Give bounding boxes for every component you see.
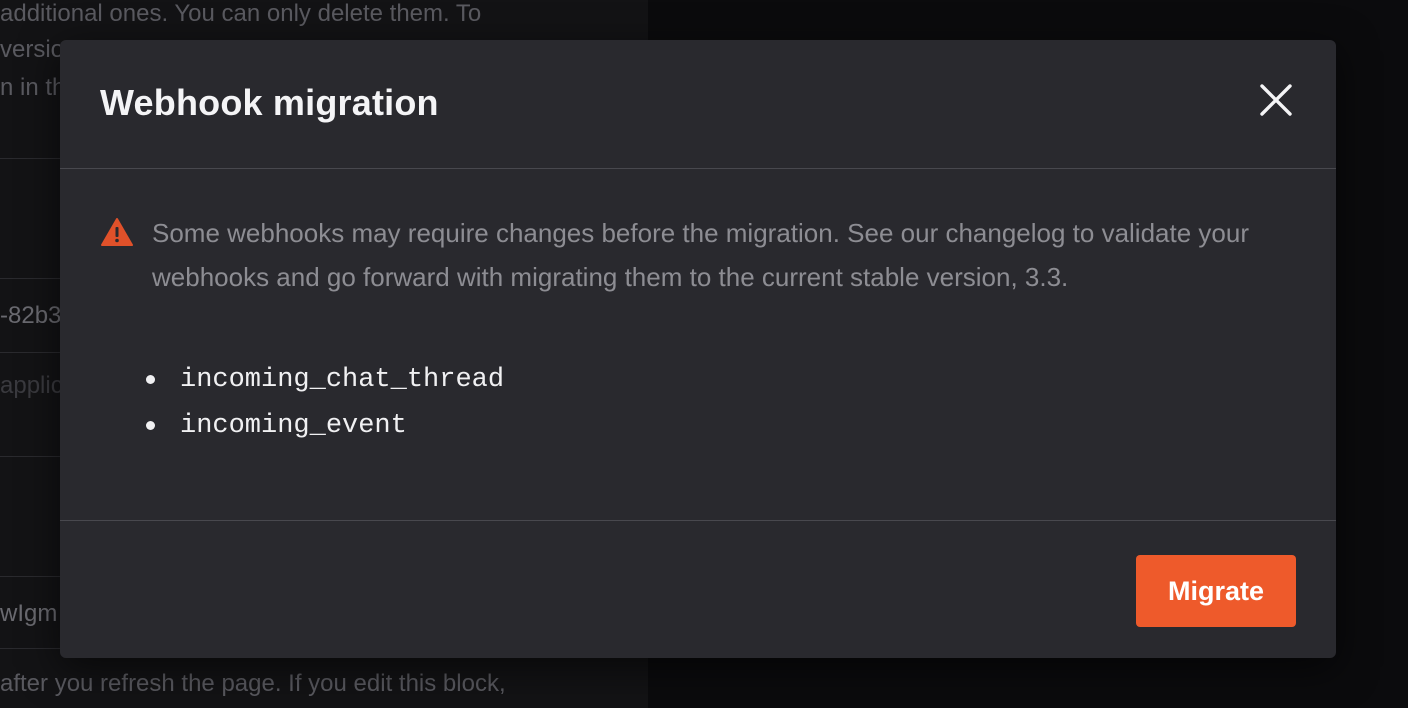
dialog-body: Some webhooks may require changes before… — [60, 169, 1336, 520]
warning-message: Some webhooks may require changes before… — [152, 218, 1249, 292]
webhook-name: incoming_event — [180, 411, 407, 441]
background-secret-field[interactable]: wIgm — [0, 596, 57, 632]
webhook-list-item: incoming_event — [140, 403, 504, 449]
dialog-header: Webhook migration — [60, 40, 1336, 169]
bullet-icon — [146, 375, 155, 384]
webhook-list-item: incoming_chat_thread — [140, 357, 504, 403]
dialog-footer: Migrate — [60, 520, 1336, 658]
background-text-line: n in th — [0, 74, 66, 101]
webhook-name: incoming_chat_thread — [180, 365, 505, 395]
dialog-title: Webhook migration — [100, 82, 439, 123]
background-input-placeholder[interactable]: applic — [0, 368, 63, 404]
bullet-icon — [146, 421, 155, 430]
webhook-migration-dialog: Webhook migration Some webhooks may requ… — [60, 40, 1336, 658]
warning-triangle-icon — [101, 218, 133, 246]
close-button[interactable] — [1256, 80, 1296, 120]
migrate-button[interactable]: Migrate — [1136, 555, 1296, 627]
webhook-list: incoming_chat_thread incoming_event — [140, 357, 504, 449]
background-text-line: versio — [0, 36, 65, 63]
background-id-field[interactable]: -82b3 — [0, 298, 61, 334]
close-icon — [1260, 84, 1292, 116]
background-text-line: additional ones. You can only delete the… — [0, 0, 482, 27]
screen: additional ones. You can only delete the… — [0, 0, 1408, 708]
background-text-line: after you refresh the page. If you edit … — [0, 670, 506, 697]
